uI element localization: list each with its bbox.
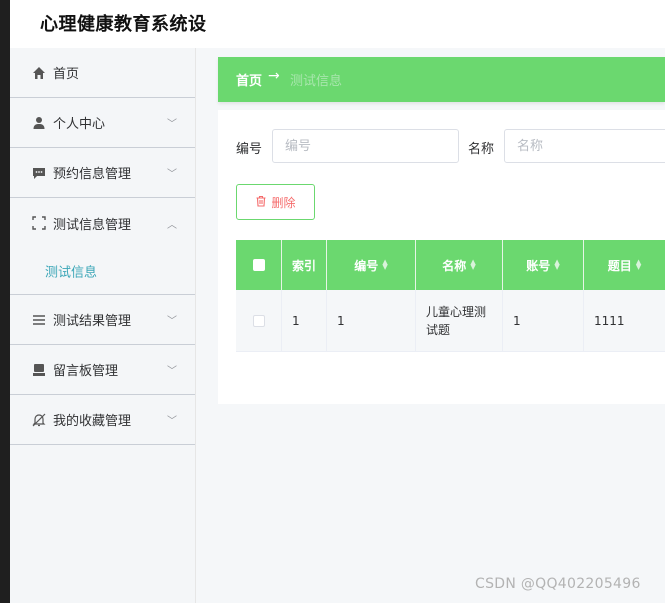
column-header-label: 索引 xyxy=(291,258,316,273)
delete-button-label: 删除 xyxy=(271,195,296,210)
chevron-up-icon: ︿ xyxy=(167,219,177,231)
sidebar-item-label: 首页 xyxy=(53,67,80,82)
cell-mingcheng: 儿童心理测试题 xyxy=(416,290,503,351)
bianhao-label: 编号 xyxy=(236,142,263,157)
breadcrumb-home-link[interactable]: 首页 xyxy=(236,70,262,89)
sidebar-item-personal-center[interactable]: 个人中心 ﹀ xyxy=(10,98,195,148)
mingcheng-input[interactable] xyxy=(504,129,665,163)
column-header-label: 题目 xyxy=(607,258,632,273)
breadcrumb-separator: → xyxy=(268,68,280,84)
chevron-down-icon: ﹀ xyxy=(167,316,177,327)
sidebar-item-label: 我的收藏管理 xyxy=(53,414,132,429)
sidebar-item-message-board[interactable]: 留言板管理 ﹀ xyxy=(10,345,195,395)
watermark: CSDN @QQ402205496 xyxy=(475,576,641,592)
sidebar-item-label: 测试信息管理 xyxy=(53,217,132,233)
column-header-label: 名称 xyxy=(442,258,467,273)
home-icon xyxy=(31,65,47,81)
column-header-bianhao[interactable]: 编号 ▲ ▼ xyxy=(327,240,416,290)
sidebar-item-test-results[interactable]: 测试结果管理 ﹀ xyxy=(10,295,195,345)
sidebar-item-test-info[interactable]: 测试信息管理 ︿ xyxy=(10,198,195,248)
cell-bianhao: 1 xyxy=(327,290,416,351)
message-icon xyxy=(31,165,47,181)
trash-icon xyxy=(255,195,267,210)
sort-icon[interactable]: ▲ ▼ xyxy=(554,259,559,271)
select-all-checkbox-cell[interactable] xyxy=(236,240,282,290)
cell-zhanghao: 1 xyxy=(503,290,584,351)
mingcheng-label: 名称 xyxy=(468,142,495,157)
row-checkbox[interactable] xyxy=(252,314,265,327)
submenu-item-test-info[interactable]: 测试信息 xyxy=(10,248,195,295)
column-header-label: 编号 xyxy=(354,258,379,273)
sidebar-item-label: 留言板管理 xyxy=(53,364,119,379)
table-row[interactable]: 1 1 儿童心理测试题 1 1111 xyxy=(236,290,665,352)
sidebar-item-appointment[interactable]: 预约信息管理 ﹀ xyxy=(10,148,195,198)
table-header: 索引 编号 ▲ ▼ 名称 ▲ ▼ 账号 ▲ ▼ 题目 ▲ ▼ xyxy=(236,240,665,290)
window-edge xyxy=(0,0,10,603)
sort-icon[interactable]: ▲ ▼ xyxy=(470,259,475,271)
sidebar-item-home[interactable]: 首页 xyxy=(10,48,195,98)
chevron-down-icon: ﹀ xyxy=(167,169,177,180)
column-header-index: 索引 xyxy=(282,240,327,290)
sort-icon[interactable]: ▲ ▼ xyxy=(382,259,387,271)
sidebar-item-label: 预约信息管理 xyxy=(53,167,132,182)
delete-button[interactable]: 删除 xyxy=(236,184,315,220)
breadcrumb-current: 测试信息 xyxy=(290,74,343,89)
sidebar-item-label: 测试结果管理 xyxy=(53,314,132,329)
cell-index: 1 xyxy=(282,290,327,351)
bell-off-icon xyxy=(31,412,47,428)
chevron-down-icon: ﹀ xyxy=(167,416,177,427)
sidebar-item-favorites[interactable]: 我的收藏管理 ﹀ xyxy=(10,395,195,445)
list-icon xyxy=(31,312,47,328)
chevron-down-icon: ﹀ xyxy=(167,366,177,377)
row-checkbox-cell[interactable] xyxy=(236,290,282,351)
column-header-label: 账号 xyxy=(526,258,551,273)
app-title: 心理健康教育系统设 xyxy=(40,14,207,35)
chevron-down-icon: ﹀ xyxy=(167,119,177,130)
data-table: 索引 编号 ▲ ▼ 名称 ▲ ▼ 账号 ▲ ▼ 题目 ▲ ▼ 1 1 儿童心理测试题 1… xyxy=(236,240,665,352)
bianhao-input[interactable] xyxy=(272,129,459,163)
sidebar-item-label: 个人中心 xyxy=(53,117,106,132)
sort-icon[interactable]: ▲ ▼ xyxy=(636,259,641,271)
fullscreen-icon xyxy=(31,215,47,231)
user-icon xyxy=(31,115,47,131)
submenu-item-label: 测试信息 xyxy=(45,265,98,281)
breadcrumb: 首页 → 测试信息 xyxy=(218,57,665,102)
column-header-mingcheng[interactable]: 名称 ▲ ▼ xyxy=(416,240,503,290)
sidebar-menu: 首页 个人中心 ﹀ 预约信息管理 ﹀ 测试信息管理 ︿ 测试信息 测试结果管理 … xyxy=(10,48,196,603)
column-header-zhanghao[interactable]: 账号 ▲ ▼ xyxy=(503,240,584,290)
cell-timu: 1111 xyxy=(594,313,625,328)
monitor-icon xyxy=(31,362,47,378)
select-all-checkbox[interactable] xyxy=(252,259,265,271)
column-header-timu[interactable]: 题目 ▲ ▼ xyxy=(584,240,665,290)
